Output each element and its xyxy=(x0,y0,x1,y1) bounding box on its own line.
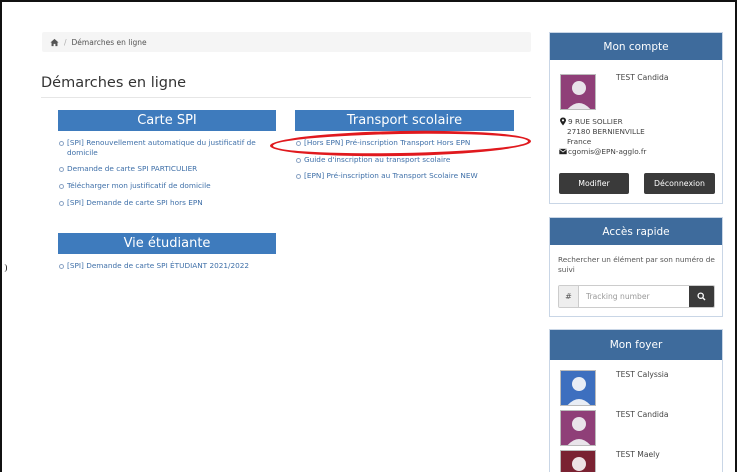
link-spi-renouvellement[interactable]: [SPI] Renouvellement automatique du just… xyxy=(58,138,272,157)
tracking-number-input[interactable] xyxy=(579,286,689,307)
account-panel-header: Mon compte xyxy=(550,33,722,60)
search-icon xyxy=(697,292,706,301)
address-line2: 27180 BERNIENVILLE xyxy=(567,127,645,136)
link-spi-etudiant[interactable]: [SPI] Demande de carte SPI ÉTUDIANT 2021… xyxy=(58,261,288,271)
breadcrumb: / Démarches en ligne xyxy=(42,32,531,52)
tracking-search-button[interactable] xyxy=(689,286,714,307)
link-spi-hors-epn[interactable]: [SPI] Demande de carte SPI hors EPN xyxy=(58,198,272,208)
home-icon[interactable] xyxy=(50,38,59,47)
link-guide-transport[interactable]: Guide d'inscription au transport scolair… xyxy=(295,155,525,165)
quick-access-description: Rechercher un élément par son numéro de … xyxy=(558,255,715,274)
account-name: TEST Candida xyxy=(616,73,669,82)
avatar-female xyxy=(560,74,596,110)
vie-etudiante-link-list: [SPI] Demande de carte SPI ÉTUDIANT 2021… xyxy=(58,261,288,278)
account-email[interactable]: cgomis@EPN-agglo.fr xyxy=(568,147,646,157)
household-member-name[interactable]: TEST Maely xyxy=(616,450,660,459)
envelope-icon xyxy=(559,148,567,155)
link-telecharger-justificatif[interactable]: Télécharger mon justificatif de domicile xyxy=(58,181,272,191)
hash-prefix: # xyxy=(559,286,579,307)
household-avatar-male xyxy=(560,370,596,406)
map-marker-icon xyxy=(560,117,566,126)
link-transport-epn[interactable]: [EPN] Pré-inscription au Transport Scola… xyxy=(295,171,525,181)
address-country: France xyxy=(567,137,592,146)
category-header-carte-spi: Carte SPI xyxy=(58,110,276,131)
category-header-transport: Transport scolaire xyxy=(295,110,514,131)
tracking-search-group: # xyxy=(558,285,715,308)
household-avatar-female xyxy=(560,450,596,472)
page-title: Démarches en ligne xyxy=(41,75,187,91)
logout-button[interactable]: Déconnexion xyxy=(644,173,715,194)
link-spi-particulier[interactable]: Demande de carte SPI PARTICULIER xyxy=(58,164,272,174)
household-header: Mon foyer xyxy=(550,330,722,360)
breadcrumb-current: Démarches en ligne xyxy=(71,37,147,47)
quick-access-header: Accès rapide xyxy=(550,218,722,245)
household-avatar-female xyxy=(560,410,596,446)
modify-button[interactable]: Modifier xyxy=(559,173,629,194)
account-address: 9 RUE SOLLIER 27180 BERNIENVILLE France … xyxy=(558,117,646,157)
breadcrumb-separator: / xyxy=(64,37,67,47)
address-line1: 9 RUE SOLLIER xyxy=(568,117,623,126)
category-header-vie-etudiante: Vie étudiante xyxy=(58,233,276,254)
household-member-name[interactable]: TEST Calyssia xyxy=(616,370,669,379)
carte-spi-link-list: [SPI] Renouvellement automatique du just… xyxy=(58,138,272,214)
household-member-name[interactable]: TEST Candida xyxy=(616,410,668,419)
title-divider xyxy=(41,97,531,98)
